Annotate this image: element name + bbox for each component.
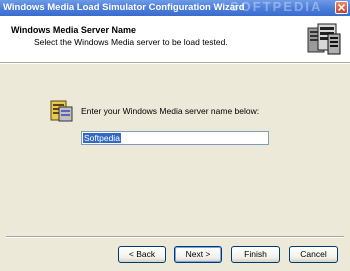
server-name-prompt: Enter your Windows Media server name bel… xyxy=(81,106,260,116)
header-separator xyxy=(0,62,350,64)
footer-separator xyxy=(6,236,344,238)
next-button[interactable]: Next > xyxy=(174,246,222,263)
cancel-button[interactable]: Cancel xyxy=(289,246,338,263)
close-button[interactable] xyxy=(335,1,348,14)
page-title: Windows Media Server Name xyxy=(11,25,136,35)
title-bar[interactable]: Windows Media Load Simulator Configurati… xyxy=(0,0,350,16)
wizard-header: Windows Media Server Name Select the Win… xyxy=(0,16,350,62)
wizard-window: Windows Media Load Simulator Configurati… xyxy=(0,0,350,271)
back-button[interactable]: < Back xyxy=(118,246,166,263)
server-name-input[interactable]: Softpedia xyxy=(81,131,269,145)
window-title: Windows Media Load Simulator Configurati… xyxy=(3,2,245,13)
close-icon xyxy=(338,4,345,11)
server-wizard-icon xyxy=(304,20,344,58)
server-config-icon xyxy=(50,100,73,122)
softpedia-watermark: SOFTPEDIA xyxy=(230,0,323,14)
page-subtitle: Select the Windows Media server to be lo… xyxy=(34,37,228,47)
server-name-value: Softpedia xyxy=(83,133,121,143)
finish-button[interactable]: Finish xyxy=(231,246,280,263)
